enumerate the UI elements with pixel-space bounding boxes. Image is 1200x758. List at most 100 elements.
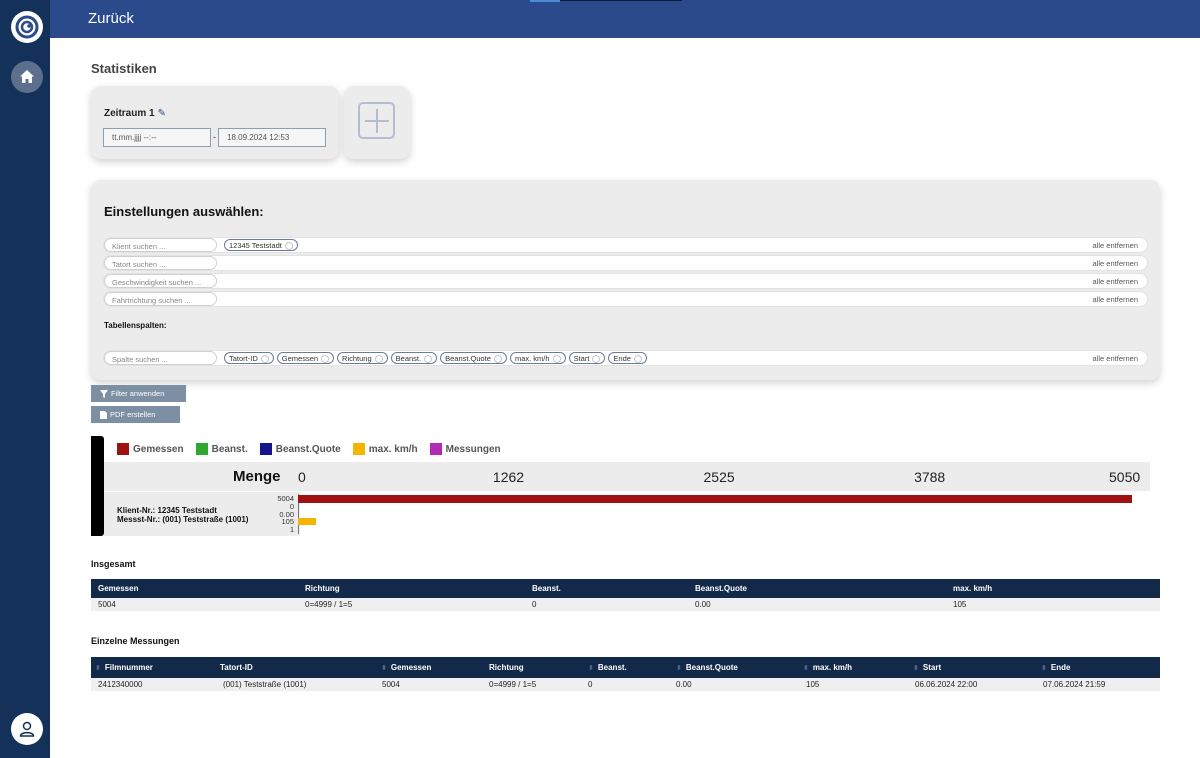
legend-label: max. km/h bbox=[368, 443, 418, 455]
chip[interactable]: Beanst. bbox=[390, 352, 438, 364]
column-header[interactable]: ⬍ max. km/h bbox=[803, 657, 852, 678]
column-header[interactable]: ⬍ Ende bbox=[1041, 657, 1070, 678]
apply-filter-button[interactable]: Filter anwenden bbox=[91, 385, 186, 402]
table-cell: 0 bbox=[532, 598, 536, 611]
tab-indicator-track bbox=[560, 0, 682, 1]
chip[interactable]: Tatort-ID bbox=[224, 352, 274, 364]
direction-search-input[interactable]: Fahrtrichtung suchen ... bbox=[104, 292, 217, 306]
chip[interactable]: 12345 Teststadt bbox=[224, 239, 298, 251]
chip-remove-icon[interactable] bbox=[592, 354, 601, 363]
chart-axis-label: Menge bbox=[233, 468, 281, 485]
column-header[interactable]: ⬍ Beanst.Quote bbox=[676, 657, 738, 678]
client-chips: 12345 Teststadt bbox=[224, 239, 298, 251]
remove-all-link[interactable]: alle entfernen bbox=[1093, 277, 1138, 286]
chip-label: Tatort-ID bbox=[229, 354, 258, 363]
chip[interactable]: Gemessen bbox=[276, 352, 335, 364]
column-header[interactable]: max. km/h bbox=[953, 579, 992, 598]
column-header-label: Beanst. bbox=[597, 663, 627, 672]
legend-swatch bbox=[429, 443, 442, 455]
remove-all-link[interactable]: alle entfernen bbox=[1093, 259, 1138, 268]
settings-title: Einstellungen auswählen: bbox=[104, 204, 264, 219]
column-header-label: Tatort-ID bbox=[220, 663, 253, 672]
chip-remove-icon[interactable] bbox=[493, 354, 502, 363]
table-cell: 0=4999 / 1=5 bbox=[489, 678, 536, 691]
column-header[interactable]: ⬍ Filmnummer bbox=[95, 657, 153, 678]
chip[interactable]: Start bbox=[568, 352, 606, 364]
table-cell: 0 bbox=[588, 678, 592, 691]
column-header[interactable]: ⬍ Beanst. bbox=[588, 657, 627, 678]
sort-icon[interactable]: ⬍ bbox=[913, 664, 919, 672]
sort-icon[interactable]: ⬍ bbox=[381, 664, 387, 672]
table-cell-text: 0=4999 / 1=5 bbox=[489, 680, 537, 689]
chart-data-label: 1 bbox=[289, 525, 294, 534]
app-logo-icon[interactable] bbox=[11, 11, 43, 43]
legend-item: max. km/h bbox=[352, 443, 418, 455]
table-cell: 2412340000 bbox=[98, 678, 143, 691]
legend-label: Beanst.Quote bbox=[275, 443, 341, 455]
column-header[interactable]: Tatort-ID bbox=[220, 657, 253, 678]
sort-icon[interactable]: ⬍ bbox=[95, 664, 101, 672]
column-header[interactable]: Gemessen bbox=[98, 579, 138, 598]
column-header[interactable]: ⬍ Gemessen bbox=[381, 657, 431, 678]
summary-title: Insgesamt bbox=[91, 559, 136, 569]
period-title-label: Zeitraum 1 bbox=[104, 108, 155, 119]
table-cell-text: 0=4999 / 1=5 bbox=[305, 600, 353, 609]
column-header[interactable]: Richtung bbox=[305, 579, 340, 598]
chip-remove-icon[interactable] bbox=[552, 354, 561, 363]
chip-label: Beanst.Quote bbox=[445, 354, 491, 363]
remove-all-link[interactable]: alle entfernen bbox=[1093, 241, 1138, 250]
remove-all-link[interactable]: alle entfernen bbox=[1093, 354, 1138, 363]
chip[interactable]: Beanst.Quote bbox=[440, 352, 507, 364]
table-cell-text: 06.06.2024 22:00 bbox=[915, 680, 978, 689]
chip-remove-icon[interactable] bbox=[424, 354, 433, 363]
legend-item: Beanst. bbox=[195, 443, 248, 455]
chip-label: Gemessen bbox=[281, 354, 319, 363]
column-header[interactable]: Beanst. bbox=[532, 579, 561, 598]
end-date-input[interactable]: 18.09.2024 12:53 bbox=[218, 128, 326, 147]
column-header[interactable]: Beanst.Quote bbox=[695, 579, 747, 598]
speed-search-input[interactable]: Geschwindigkeit suchen ... bbox=[104, 274, 217, 288]
location-search-input[interactable]: Tatort suchen ... bbox=[104, 256, 217, 270]
back-link[interactable]: Zurück bbox=[88, 10, 134, 27]
sort-icon[interactable]: ⬍ bbox=[803, 664, 809, 672]
sort-icon[interactable]: ⬍ bbox=[676, 664, 682, 672]
filter-icon bbox=[100, 389, 108, 398]
client-filter-row: Klient suchen ... 12345 Teststadt alle e… bbox=[103, 237, 1148, 253]
column-header[interactable]: Richtung bbox=[489, 657, 524, 678]
chip[interactable]: Ende bbox=[608, 352, 647, 364]
sort-icon[interactable]: ⬍ bbox=[1041, 664, 1047, 672]
chip-remove-icon[interactable] bbox=[284, 241, 293, 250]
table-cell-text: 0 bbox=[532, 600, 537, 609]
details-table: ⬍ Filmnummer Tatort-ID ⬍ Gemessen Richtung ⬍ Be… bbox=[91, 657, 1160, 691]
chip-remove-icon[interactable] bbox=[260, 354, 269, 363]
column-search-input[interactable]: Spalte suchen ... bbox=[104, 351, 217, 365]
column-header-label: Richtung bbox=[489, 663, 524, 672]
home-icon[interactable] bbox=[11, 61, 43, 93]
pencil-icon[interactable]: ✎ bbox=[158, 108, 166, 119]
add-period-button[interactable] bbox=[344, 86, 410, 159]
chart-bar bbox=[298, 518, 316, 525]
column-header[interactable]: ⬍ Start bbox=[913, 657, 941, 678]
remove-all-link[interactable]: alle entfernen bbox=[1093, 295, 1138, 304]
chip[interactable]: max. km/h bbox=[509, 352, 566, 364]
client-search-input[interactable]: Klient suchen ... bbox=[104, 238, 217, 252]
create-pdf-button[interactable]: PDF erstellen bbox=[91, 406, 180, 423]
chip-remove-icon[interactable] bbox=[633, 354, 642, 363]
chip-label: Start bbox=[573, 354, 590, 363]
apply-filter-label: Filter anwenden bbox=[111, 389, 165, 398]
user-profile-icon[interactable] bbox=[11, 713, 43, 745]
plus-icon bbox=[358, 102, 395, 139]
chip[interactable]: Richtung bbox=[337, 352, 388, 364]
legend-item: Gemessen bbox=[117, 443, 184, 455]
chip-remove-icon[interactable] bbox=[321, 354, 330, 363]
table-cell-text: 07.06.2024 21:59 bbox=[1043, 680, 1106, 689]
details-title: Einzelne Messungen bbox=[91, 636, 180, 646]
chip-remove-icon[interactable] bbox=[374, 354, 383, 363]
sort-icon[interactable]: ⬍ bbox=[588, 664, 594, 672]
legend-label: Gemessen bbox=[133, 443, 184, 455]
table-cell-text: 0 bbox=[588, 680, 593, 689]
table-cell-text: (001) Teststraße (1001) bbox=[223, 680, 307, 689]
start-date-input[interactable]: tt.mm.jjjj --:-- bbox=[103, 128, 211, 147]
chart-tick-label: 0 bbox=[298, 469, 306, 485]
chart-tick-label: 2525 bbox=[703, 469, 735, 485]
